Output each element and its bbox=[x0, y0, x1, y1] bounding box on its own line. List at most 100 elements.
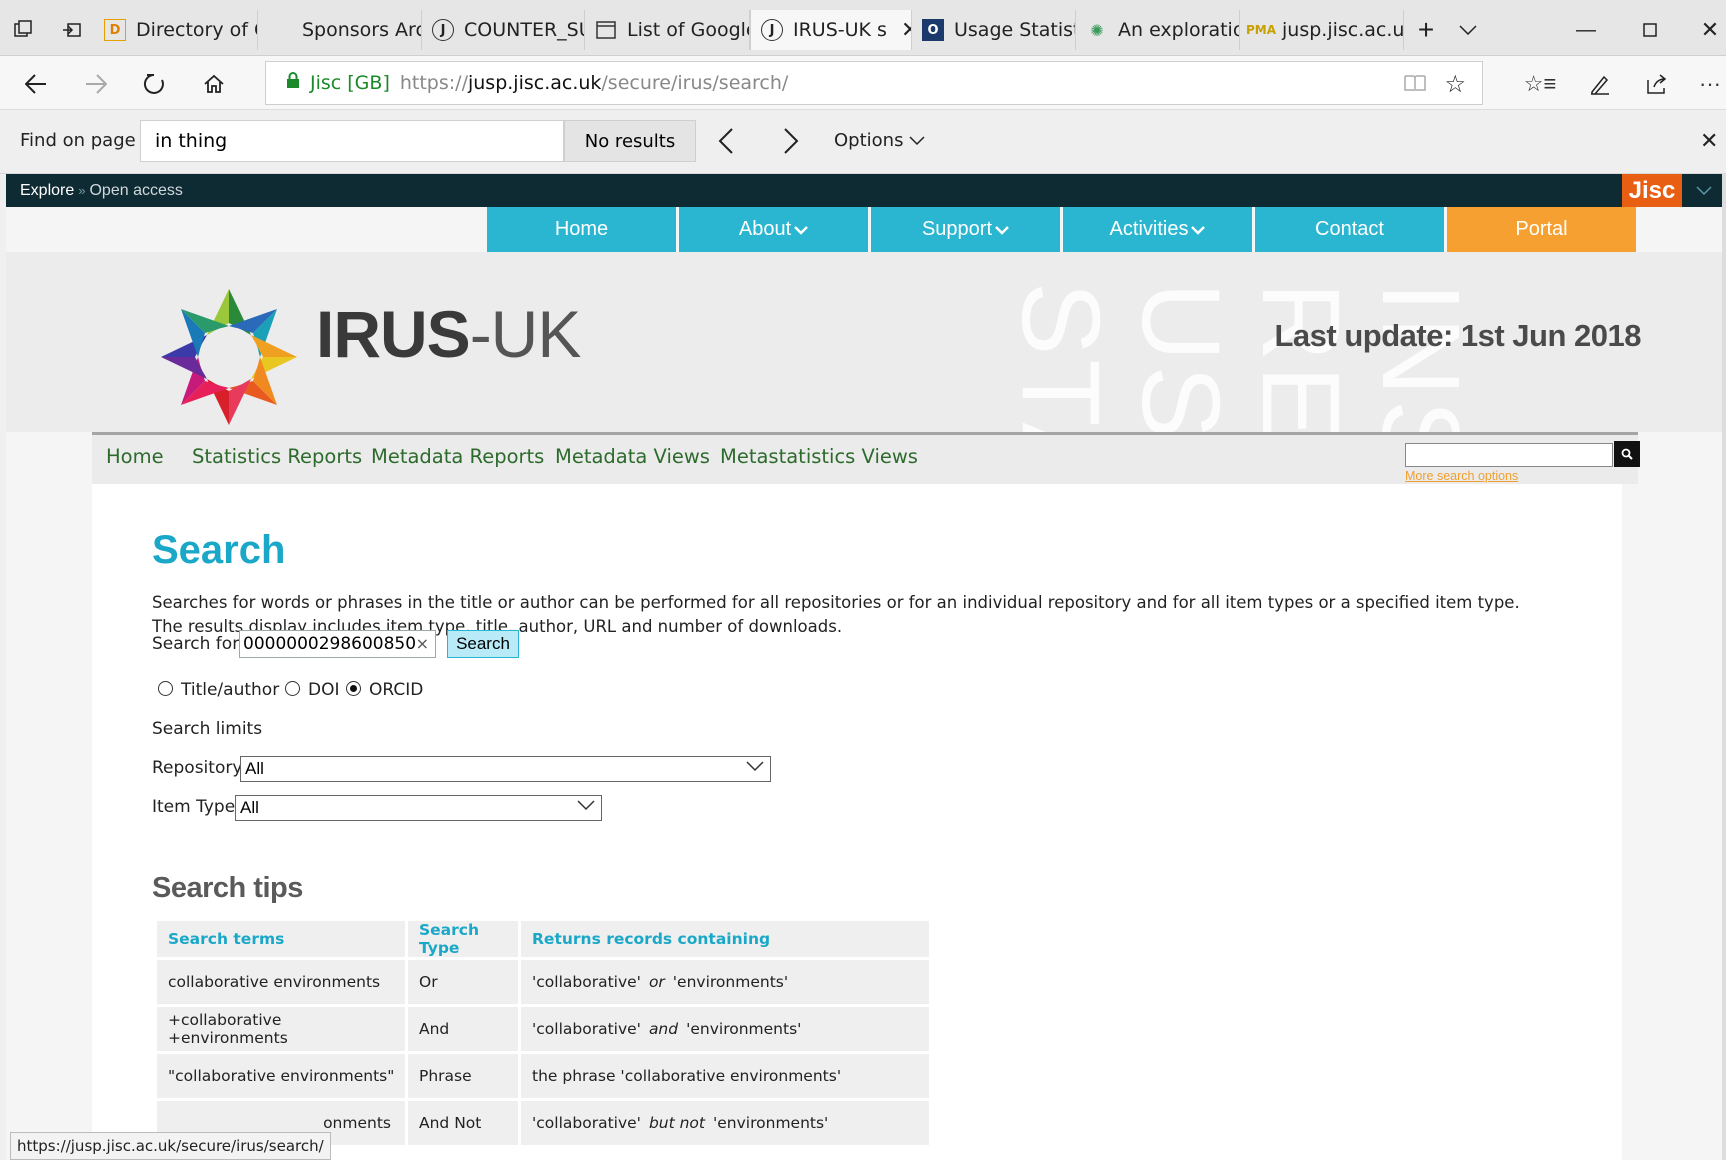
nav-label: Activities bbox=[1109, 218, 1189, 240]
search-tips-table: Search terms Search Type Returns records… bbox=[154, 918, 932, 1148]
o-icon: O bbox=[922, 19, 944, 41]
find-input[interactable]: in thing bbox=[140, 120, 564, 162]
tab-counter[interactable]: J COUNTER_SU bbox=[422, 10, 585, 50]
search-button[interactable]: Search bbox=[447, 630, 519, 658]
back-icon[interactable] bbox=[16, 64, 56, 104]
tab-irus-active[interactable]: J IRUS-UK s ✕ bbox=[750, 10, 912, 50]
logo-sub-text: -UK bbox=[469, 297, 582, 371]
radio-doi[interactable] bbox=[285, 681, 300, 696]
tab-exploration[interactable]: ✺ An exploratio bbox=[1076, 10, 1240, 50]
browser-tab-bar: D Directory of C Sponsors Arch J COUNTER… bbox=[0, 0, 1726, 56]
maximize-icon[interactable] bbox=[1622, 10, 1678, 50]
notes-pen-icon[interactable] bbox=[1580, 64, 1620, 104]
share-icon[interactable] bbox=[1636, 64, 1676, 104]
find-results-count: No results bbox=[564, 120, 696, 162]
cert-label: Jisc [GB] bbox=[310, 72, 390, 94]
j-icon: J bbox=[761, 19, 783, 41]
table-header-row: Search terms Search Type Returns records… bbox=[157, 921, 929, 957]
tip-type: And bbox=[408, 1007, 518, 1051]
radio-label-orcid: ORCID bbox=[369, 680, 424, 700]
refresh-icon[interactable] bbox=[134, 64, 174, 104]
chevron-down-icon bbox=[995, 225, 1009, 235]
header-background-letters: REI bbox=[1239, 282, 1362, 432]
radio-orcid[interactable] bbox=[346, 681, 361, 696]
tab-actions-icon[interactable] bbox=[0, 10, 46, 50]
column-header: Search terms bbox=[157, 921, 405, 957]
more-search-options-link[interactable]: More search options bbox=[1405, 469, 1518, 483]
find-previous-icon[interactable] bbox=[718, 128, 734, 159]
tip-result: the phrase 'collaborative environments' bbox=[521, 1054, 929, 1098]
web-page: Explore » Open access Jisc STA US/ REI I… bbox=[6, 174, 1726, 1160]
close-tab-icon[interactable]: ✕ bbox=[901, 18, 911, 43]
tab-sponsors[interactable]: Sponsors Arch bbox=[258, 10, 422, 50]
item-type-select[interactable]: All bbox=[235, 795, 602, 821]
subnav-metadata-views[interactable]: Metadata Views bbox=[555, 445, 710, 468]
tab-label: IRUS-UK s bbox=[793, 19, 887, 41]
site-search-input[interactable] bbox=[1405, 443, 1613, 467]
jisc-logo[interactable]: Jisc bbox=[1622, 174, 1682, 207]
page-icon bbox=[595, 19, 617, 41]
tip-result-a: the phrase 'collaborative environments' bbox=[532, 1067, 842, 1085]
plos-icon: ✺ bbox=[1090, 20, 1104, 40]
find-label: Find on page bbox=[20, 130, 136, 151]
more-menu-icon[interactable]: ··· bbox=[1690, 64, 1726, 104]
tab-jusp[interactable]: PMA jusp.jisc.ac.uk bbox=[1240, 10, 1404, 50]
nav-portal[interactable]: Portal bbox=[1447, 207, 1636, 252]
set-tabs-aside-icon[interactable] bbox=[52, 10, 92, 50]
tab-directory[interactable]: D Directory of C bbox=[94, 10, 258, 50]
jisc-menu-chevron-icon[interactable] bbox=[1682, 174, 1726, 207]
table-row: "collaborative environments" Phrase the … bbox=[157, 1054, 929, 1098]
favorites-hub-icon[interactable]: ☆≡ bbox=[1520, 64, 1560, 104]
url-host: jusp.jisc.ac.uk bbox=[467, 72, 602, 94]
repository-selected-value: All bbox=[245, 759, 264, 778]
tip-result-operator: or bbox=[648, 973, 665, 991]
radio-title-author[interactable] bbox=[158, 681, 173, 696]
column-header: Search Type bbox=[408, 921, 518, 957]
favorite-star-icon[interactable]: ☆ bbox=[1444, 70, 1466, 98]
tip-result-operator: and bbox=[648, 1020, 679, 1038]
minimize-icon[interactable]: — bbox=[1558, 10, 1614, 50]
address-bar[interactable]: Jisc [GB] https:// jusp.jisc.ac.uk /secu… bbox=[265, 61, 1483, 105]
chevron-down-icon bbox=[577, 795, 595, 819]
nav-support[interactable]: Support bbox=[871, 207, 1060, 252]
page-scrollbar[interactable] bbox=[1722, 174, 1726, 1160]
nav-contact[interactable]: Contact bbox=[1255, 207, 1444, 252]
letter-d-icon: D bbox=[104, 19, 126, 41]
nav-about[interactable]: About bbox=[679, 207, 868, 252]
breadcrumb-open-access[interactable]: Open access bbox=[89, 182, 182, 200]
forward-icon[interactable] bbox=[76, 64, 116, 104]
tab-usage-statistics[interactable]: O Usage Statisti bbox=[912, 10, 1076, 50]
breadcrumb: Explore » Open access bbox=[6, 174, 1726, 207]
item-type-label: Item Type: bbox=[152, 797, 241, 817]
find-options-button[interactable]: Options bbox=[834, 130, 925, 151]
close-find-icon[interactable]: ✕ bbox=[1700, 128, 1718, 154]
subnav-metadata-reports[interactable]: Metadata Reports bbox=[371, 445, 544, 468]
radio-label-doi: DOI bbox=[308, 680, 340, 700]
nav-activities[interactable]: Activities bbox=[1063, 207, 1252, 252]
tab-label: COUNTER_SU bbox=[464, 19, 585, 41]
subnav-home[interactable]: Home bbox=[106, 445, 164, 468]
repository-select[interactable]: All bbox=[240, 756, 771, 782]
tab-list-chevron-icon[interactable] bbox=[1440, 10, 1496, 50]
search-icon[interactable] bbox=[1614, 441, 1640, 467]
home-icon[interactable] bbox=[194, 64, 234, 104]
close-window-icon[interactable]: ✕ bbox=[1682, 10, 1726, 50]
tab-google-list[interactable]: List of Google bbox=[585, 10, 750, 50]
clear-icon[interactable]: × bbox=[416, 631, 429, 657]
reading-view-icon[interactable] bbox=[1404, 73, 1426, 98]
subnav-statistics-reports[interactable]: Statistics Reports bbox=[192, 445, 362, 468]
radio-label-title-author: Title/author bbox=[181, 680, 280, 700]
chevron-down-icon bbox=[1191, 225, 1206, 235]
search-query-input[interactable]: 0000000298600850 × bbox=[239, 630, 436, 658]
nav-label: About bbox=[738, 218, 792, 240]
tip-result-a: 'collaborative' bbox=[532, 973, 641, 991]
subnav-metastatistics-views[interactable]: Metastatistics Views bbox=[720, 445, 918, 468]
tip-type: And Not bbox=[408, 1101, 518, 1145]
tip-term: +collaborative +environments bbox=[157, 1007, 405, 1051]
tab-label: Usage Statisti bbox=[954, 19, 1076, 41]
nav-home[interactable]: Home bbox=[487, 207, 676, 252]
tip-result: 'collaborative' and 'environments' bbox=[521, 1007, 929, 1051]
breadcrumb-explore[interactable]: Explore bbox=[20, 182, 74, 200]
chevron-down-icon bbox=[794, 225, 809, 235]
find-next-icon[interactable] bbox=[783, 128, 799, 159]
